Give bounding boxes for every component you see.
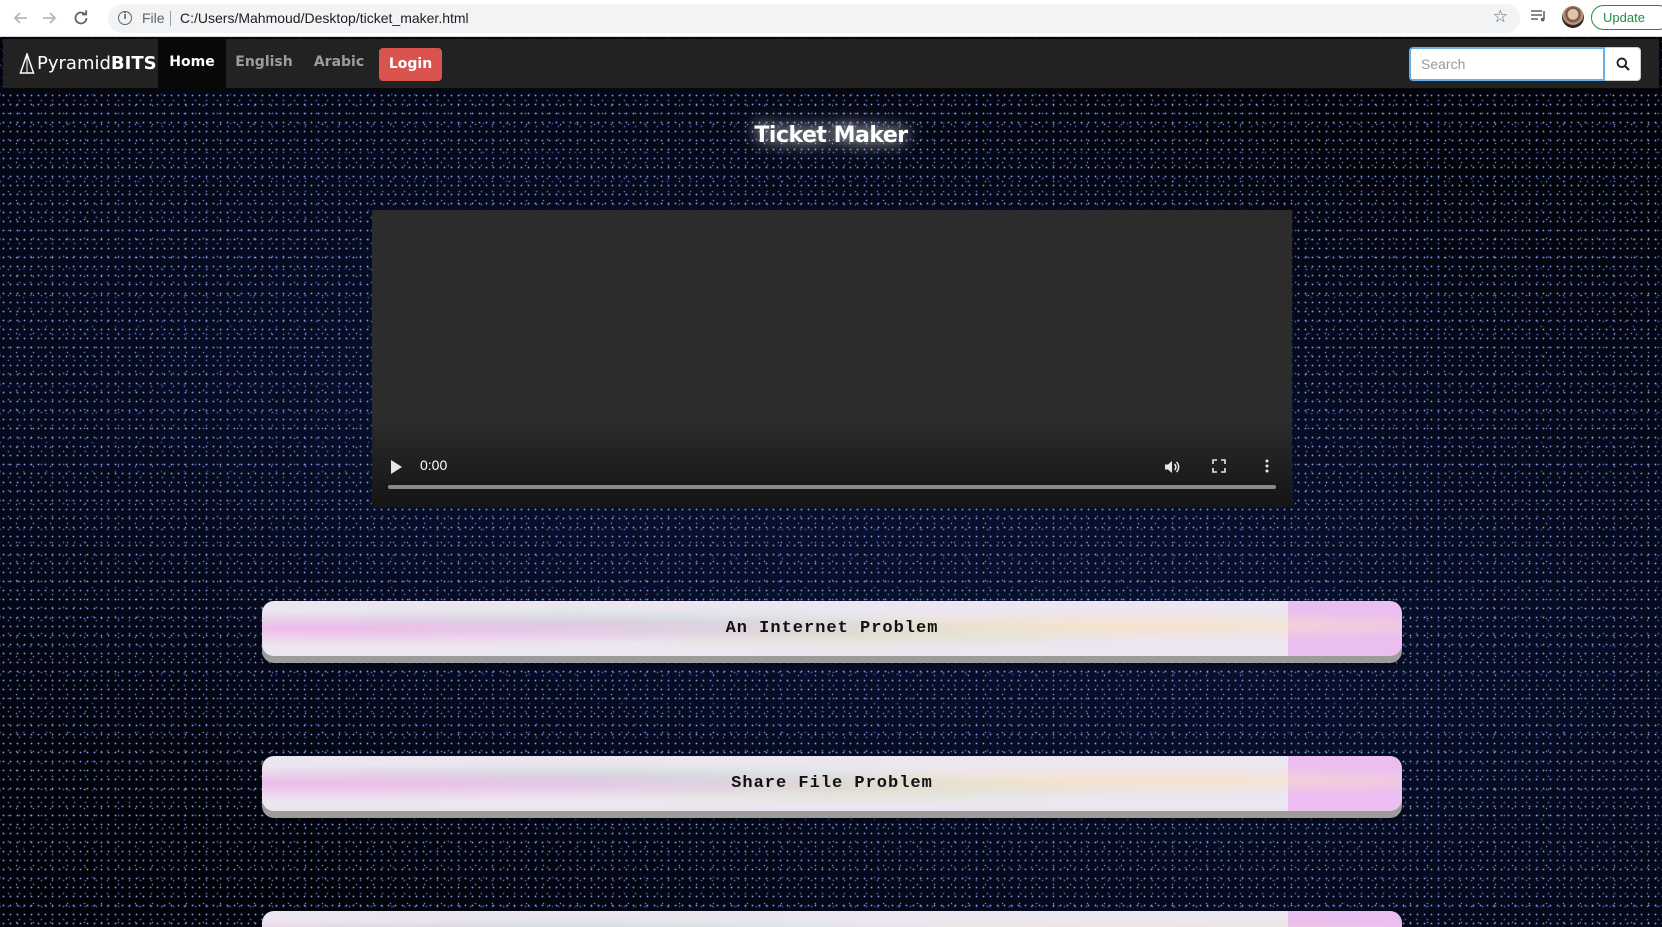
page-background: PyramidBITS Home English Arabic Login Ti…: [0, 37, 1662, 927]
bookmark-star-icon[interactable]: ☆: [1493, 7, 1508, 27]
brand-name-light: Pyramid: [37, 53, 111, 74]
search-input[interactable]: [1409, 47, 1605, 81]
media-queue-icon[interactable]: [1530, 7, 1548, 25]
nav-item-home[interactable]: Home: [158, 39, 226, 88]
browser-toolbar: i File C:/Users/Mahmoud/Desktop/ticket_m…: [0, 0, 1662, 37]
login-button[interactable]: Login: [379, 48, 442, 81]
url-scheme-label: File: [142, 10, 165, 26]
nav-item-english[interactable]: English: [229, 39, 299, 88]
address-bar[interactable]: i File C:/Users/Mahmoud/Desktop/ticket_m…: [108, 4, 1520, 33]
page-title: Ticket Maker: [754, 123, 908, 148]
play-icon[interactable]: [391, 460, 402, 474]
profile-avatar[interactable]: [1562, 6, 1584, 28]
video-player[interactable]: 0:00: [372, 210, 1292, 508]
fullscreen-icon[interactable]: [1212, 459, 1226, 478]
problem-button-share-file[interactable]: Share File Problem: [262, 756, 1402, 811]
video-progress-bar[interactable]: [388, 485, 1276, 489]
reload-icon[interactable]: [70, 7, 92, 29]
search-icon: [1616, 57, 1630, 71]
more-options-icon[interactable]: [1265, 459, 1269, 478]
brand-name-bold: BITS: [110, 53, 157, 74]
pyramid-logo-icon: [19, 52, 35, 74]
video-time-display: 0:00: [420, 457, 448, 473]
brand-logo[interactable]: Pyramid BITS: [19, 39, 157, 88]
back-arrow-icon[interactable]: [9, 7, 31, 29]
site-navbar: Pyramid BITS Home English Arabic Login: [3, 39, 1659, 89]
volume-icon[interactable]: [1163, 458, 1181, 481]
nav-item-arabic[interactable]: Arabic: [304, 39, 374, 88]
info-icon[interactable]: i: [118, 11, 132, 25]
search-button[interactable]: [1605, 47, 1641, 81]
problem-button-internet[interactable]: An Internet Problem: [262, 601, 1402, 656]
update-button[interactable]: Update: [1591, 5, 1662, 30]
problem-button-third[interactable]: [262, 911, 1402, 927]
video-controls-bar: [372, 418, 1292, 508]
url-text[interactable]: C:/Users/Mahmoud/Desktop/ticket_maker.ht…: [180, 10, 469, 26]
search-form: [1409, 47, 1641, 81]
omnibox-divider: [170, 11, 171, 26]
forward-arrow-icon[interactable]: [39, 7, 61, 29]
